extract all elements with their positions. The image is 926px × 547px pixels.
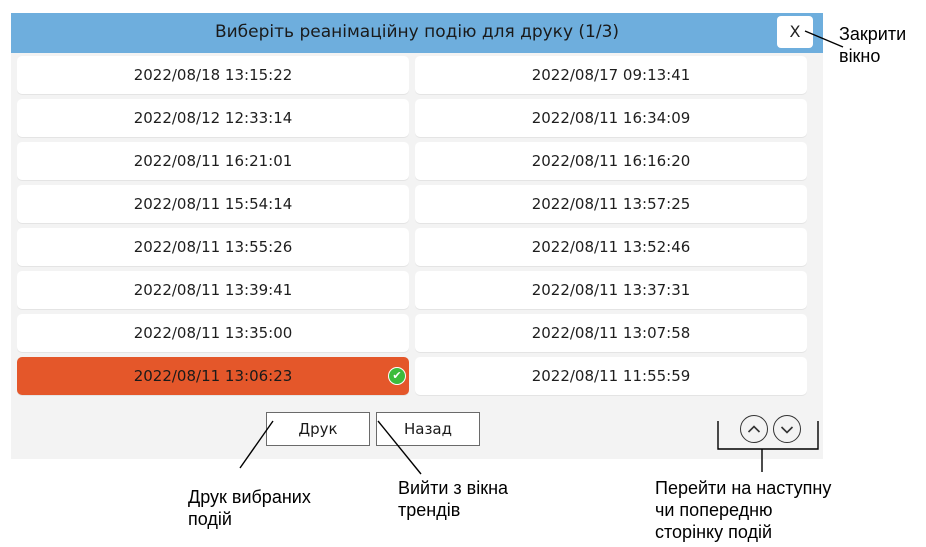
paging-callout: Перейти на наступну чи попередню сторінк… xyxy=(655,478,832,542)
callout-lines xyxy=(239,30,844,475)
close-callout: Закрити вікно xyxy=(839,24,907,66)
back-callout: Вийти з вікна трендів xyxy=(398,478,509,520)
print-callout: Друк вибраних подій xyxy=(188,487,311,529)
